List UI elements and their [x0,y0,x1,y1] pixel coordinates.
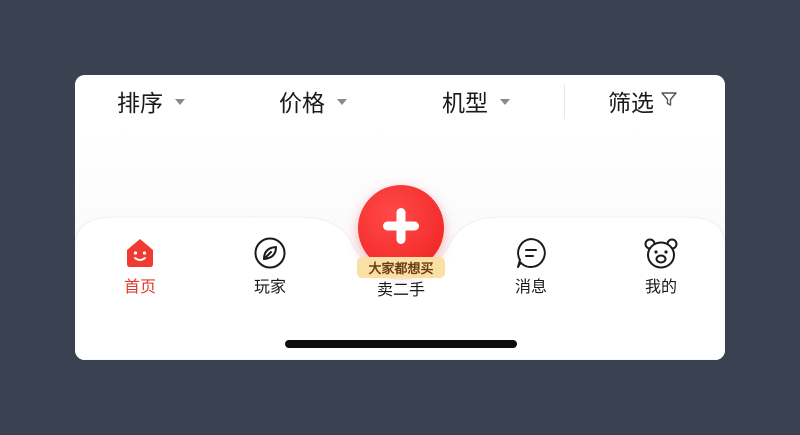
caret-down-icon [500,99,510,105]
filter-label: 筛选 [608,91,654,117]
sort-label: 排序 [117,91,163,117]
model-label: 机型 [442,91,488,117]
tab-messages[interactable]: 消息 [486,235,576,297]
tab-players[interactable]: 玩家 [225,235,315,297]
filter-button[interactable]: 筛选 [608,75,678,127]
tab-players-label: 玩家 [253,277,286,296]
home-indicator [285,340,517,348]
caret-down-icon [175,99,185,105]
tab-profile-label: 我的 [644,277,677,296]
message-icon [513,235,549,271]
bear-face-icon [643,235,679,271]
tab-home-label: 首页 [123,277,156,296]
tab-home[interactable]: 首页 [95,235,185,297]
tab-messages-label: 消息 [514,277,547,296]
sell-badge: 大家都想买 [357,257,445,278]
sell-label[interactable]: 卖二手 [356,280,446,300]
compass-leaf-icon [252,235,288,271]
plus-icon [381,206,421,250]
price-dropdown[interactable]: 价格 [279,75,347,127]
filter-bar: 排序 价格 机型 筛选 [75,75,725,127]
filter-divider [564,85,565,119]
tab-profile[interactable]: 我的 [616,235,706,297]
price-label: 价格 [279,91,325,117]
sort-dropdown[interactable]: 排序 [117,75,185,127]
funnel-icon [660,88,678,114]
app-screen: 排序 价格 机型 筛选 首页 玩家 消息 我的 大家都想买 卖二手 [75,75,725,360]
caret-down-icon [337,99,347,105]
model-dropdown[interactable]: 机型 [442,75,510,127]
home-icon [122,235,158,271]
